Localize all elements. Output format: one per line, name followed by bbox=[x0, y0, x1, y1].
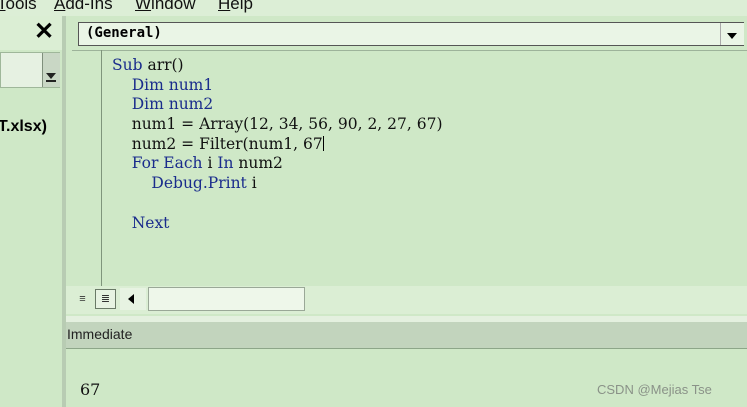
code-text: num1 = Array(12, 34, 56, 90, 2, 27, 67) bbox=[112, 115, 443, 134]
code-lines[interactable]: Sub arr() Dim num1 Dim num2 num1 = Array… bbox=[112, 56, 443, 233]
immediate-output: 67 bbox=[80, 380, 101, 399]
immediate-window[interactable] bbox=[66, 349, 747, 407]
code-line[interactable]: Dim num1 bbox=[112, 76, 443, 96]
code-text: i bbox=[207, 154, 218, 173]
object-combo-value: (General) bbox=[86, 25, 162, 41]
code-keyword: Dim bbox=[112, 95, 169, 114]
code-keyword: Print bbox=[207, 174, 252, 193]
code-line[interactable]: For Each i In num2 bbox=[112, 154, 443, 174]
watermark: CSDN @Mejias Tse bbox=[597, 382, 712, 397]
immediate-title-bar bbox=[66, 322, 747, 349]
text-cursor bbox=[322, 135, 324, 151]
code-line[interactable]: num1 = Array(12, 34, 56, 90, 2, 27, 67) bbox=[112, 115, 443, 135]
code-keyword: In bbox=[217, 154, 239, 173]
menu-bar: Tools Add-Ins Window Help bbox=[0, 0, 747, 16]
code-line[interactable]: Next bbox=[112, 214, 443, 234]
code-keyword: num2 bbox=[168, 95, 214, 114]
code-line[interactable]: Sub arr() bbox=[112, 56, 443, 76]
scroll-left-icon[interactable] bbox=[120, 288, 146, 310]
immediate-title: Immediate bbox=[67, 326, 133, 342]
code-keyword: num1 bbox=[168, 75, 214, 94]
code-keyword: Debug. bbox=[112, 174, 208, 193]
code-line[interactable]: Dim num2 bbox=[112, 95, 443, 115]
code-line[interactable] bbox=[112, 194, 443, 214]
code-text: arr() bbox=[147, 56, 184, 74]
code-keyword: Sub bbox=[112, 56, 148, 74]
code-line[interactable]: num2 = Filter(num1, 67 bbox=[112, 135, 443, 155]
horizontal-scrollbar-thumb[interactable] bbox=[148, 287, 305, 311]
code-keyword: Next bbox=[112, 213, 170, 232]
menu-add-ins[interactable]: Add-Ins bbox=[54, 0, 113, 14]
code-line[interactable]: Debug.Print i bbox=[112, 174, 443, 194]
object-combo-box[interactable] bbox=[78, 22, 744, 46]
margin-indicator-bar bbox=[101, 50, 102, 286]
code-keyword: Dim bbox=[112, 75, 169, 94]
menu-tools[interactable]: Tools bbox=[0, 0, 37, 14]
code-text: num2 = Filter(num1, 67 bbox=[112, 134, 323, 153]
procedure-view-button[interactable]: ≡ bbox=[73, 289, 92, 309]
project-file-label[interactable]: T.xlsx) bbox=[0, 118, 47, 136]
close-icon[interactable]: ✕ bbox=[30, 20, 58, 44]
full-module-view-button[interactable]: ≣ bbox=[95, 289, 116, 309]
menu-window[interactable]: Window bbox=[135, 0, 195, 14]
menu-help[interactable]: Help bbox=[218, 0, 253, 14]
code-keyword: For Each bbox=[112, 154, 208, 173]
chevron-down-icon[interactable] bbox=[42, 53, 60, 87]
code-text: i bbox=[251, 174, 257, 193]
chevron-down-icon[interactable] bbox=[720, 23, 744, 45]
code-text: num2 bbox=[238, 154, 283, 173]
